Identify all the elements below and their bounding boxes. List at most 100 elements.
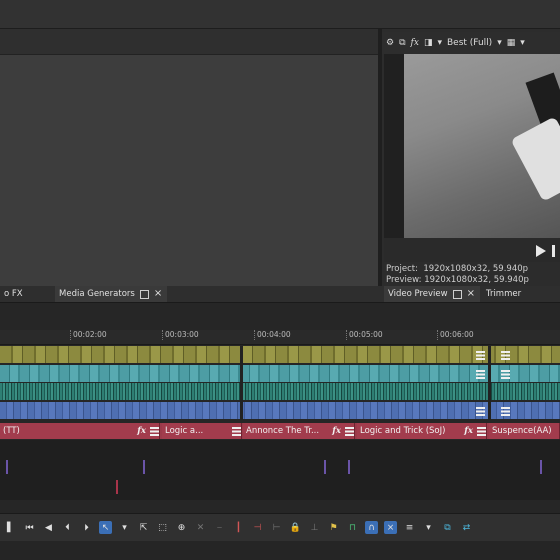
- grouping-icon[interactable]: ⧉: [441, 521, 454, 534]
- close-icon[interactable]: ×: [154, 286, 162, 302]
- clip-menu-icon[interactable]: [232, 426, 241, 436]
- record-icon[interactable]: ▌: [4, 521, 17, 534]
- timeline-ruler[interactable]: 00:02:00 00:03:00 00:04:00 00:05:00 00:0…: [0, 330, 560, 345]
- grid-overlay-icon[interactable]: ▦: [507, 38, 516, 48]
- left-panel-titlebar: [0, 29, 378, 55]
- ruler-tick: 00:04:00: [254, 330, 291, 340]
- region-icon[interactable]: ⊓: [346, 521, 359, 534]
- audio-marker: [324, 460, 326, 474]
- music-clip[interactable]: Suspence(AA): [489, 423, 560, 439]
- tab-media-generators-label: Media Generators: [59, 289, 135, 299]
- ruler-tick: 00:05:00: [346, 330, 383, 340]
- trim-end-icon[interactable]: ⊢: [270, 521, 283, 534]
- tab-video-preview-label: Video Preview: [388, 289, 448, 299]
- clip-menu-icon[interactable]: [476, 370, 485, 379]
- clip-menu-icon[interactable]: [150, 426, 159, 436]
- skip-to-start-icon[interactable]: ⏮: [23, 521, 36, 534]
- clip-menu-icon[interactable]: [501, 351, 510, 360]
- music-clip[interactable]: Annonce The Tr... fx: [243, 423, 355, 439]
- play-icon[interactable]: [536, 245, 546, 257]
- maximize-icon[interactable]: [139, 289, 149, 299]
- music-clip[interactable]: Logic and Trick (SoJ) fx: [357, 423, 487, 439]
- ruler-tick: 00:03:00: [162, 330, 199, 340]
- ruler-tick: 00:06:00: [437, 330, 474, 340]
- timeline-toolbar: ▌ ⏮ ◀ ⏴ ⏵ ↖ ▾ ⇱ ⬚ ⊕ ✕ ⎯ ┃ ⊣ ⊢ 🔒 ⊥ ⚑ ⊓ ∩ …: [0, 513, 560, 541]
- next-marker-icon[interactable]: ⏵: [80, 521, 93, 534]
- audio-marker: [348, 460, 350, 474]
- auto-crossfade-icon[interactable]: ⨯: [384, 521, 397, 534]
- music-clip[interactable]: (TT) fx: [0, 423, 160, 439]
- clip-menu-icon[interactable]: [501, 407, 510, 416]
- fx-icon[interactable]: fx: [137, 423, 146, 439]
- stop-icon[interactable]: [552, 245, 555, 257]
- snap-icon[interactable]: ⊥: [308, 521, 321, 534]
- selection-tool-icon[interactable]: ⬚: [156, 521, 169, 534]
- trim-icon[interactable]: ⎯: [213, 521, 226, 534]
- chevron-down-icon[interactable]: ▾: [118, 521, 131, 534]
- clip-menu-icon[interactable]: [477, 426, 486, 436]
- copy-icon[interactable]: ⧉: [399, 38, 405, 48]
- project-value: 1920x1080x32, 59.940p: [423, 264, 529, 274]
- tab-video-fx-label: o FX: [4, 289, 23, 299]
- ripple-edit-icon[interactable]: ≡: [403, 521, 416, 534]
- tab-trimmer[interactable]: Trimmer: [482, 286, 560, 302]
- music-clip-label: (TT): [3, 426, 20, 436]
- marker-icon[interactable]: ⚑: [327, 521, 340, 534]
- audio-marker: [143, 460, 145, 474]
- audio-marker: [116, 480, 118, 494]
- gear-icon[interactable]: ⚙: [386, 38, 394, 48]
- music-clip-label: Logic and Trick (SoJ): [360, 426, 446, 436]
- music-clip-label: Suspence(AA): [492, 426, 552, 436]
- fx-icon[interactable]: fx: [464, 423, 473, 439]
- chevron-down-icon[interactable]: ▾: [422, 521, 435, 534]
- tab-media-generators[interactable]: Media Generators ×: [55, 286, 167, 302]
- left-panel: [0, 29, 378, 286]
- normal-edit-tool-icon[interactable]: ↖: [99, 521, 112, 534]
- trim-start-icon[interactable]: ⊣: [251, 521, 264, 534]
- envelope-tool-icon[interactable]: ⇱: [137, 521, 150, 534]
- clip-menu-icon[interactable]: [501, 370, 510, 379]
- clip-menu-icon[interactable]: [476, 351, 485, 360]
- preview-label: Preview:: [386, 275, 422, 285]
- snapping-icon[interactable]: ∩: [365, 521, 378, 534]
- audio-marker: [6, 460, 8, 474]
- zoom-tool-icon[interactable]: ⊕: [175, 521, 188, 534]
- music-clip[interactable]: Logic a...: [162, 423, 242, 439]
- ruler-tick: 00:02:00: [70, 330, 107, 340]
- tab-trimmer-label: Trimmer: [486, 289, 522, 299]
- split-icon[interactable]: ┃: [232, 521, 245, 534]
- preview-quality-select[interactable]: Best (Full): [447, 38, 492, 48]
- delete-icon[interactable]: ✕: [194, 521, 207, 534]
- chevron-down-icon[interactable]: ▾: [497, 38, 502, 48]
- clip-menu-icon[interactable]: [476, 407, 485, 416]
- preview-value: 1920x1080x32, 59.940p: [424, 275, 529, 285]
- video-track-3[interactable]: [0, 383, 560, 400]
- dock-tabs-row: o FX Media Generators × Video Preview × …: [0, 286, 560, 303]
- clip-gap: [240, 346, 243, 420]
- ignore-grouping-icon[interactable]: ⇄: [460, 521, 473, 534]
- tab-video-fx[interactable]: o FX: [0, 286, 55, 302]
- music-clip-label: Annonce The Tr...: [246, 426, 320, 436]
- close-icon[interactable]: ×: [467, 286, 475, 302]
- project-label: Project:: [386, 264, 418, 274]
- audio-marker: [540, 460, 542, 474]
- preview-info: Project: 1920x1080x32, 59.940p Preview: …: [386, 264, 560, 288]
- preview-toolbar: ⚙ ⧉ fx ◨ ▾ Best (Full) ▾ ▦ ▾: [382, 32, 560, 54]
- video-preview-frame[interactable]: [384, 54, 560, 238]
- fx-icon[interactable]: fx: [332, 423, 341, 439]
- music-clip-label: Logic a...: [165, 426, 204, 436]
- chevron-down-icon[interactable]: ▾: [520, 38, 525, 48]
- previous-frame-icon[interactable]: ◀: [42, 521, 55, 534]
- maximize-icon[interactable]: [452, 289, 462, 299]
- audio-lanes[interactable]: [0, 440, 560, 500]
- fx-icon[interactable]: fx: [411, 38, 419, 48]
- top-menu-bar: [0, 0, 560, 29]
- left-panel-content[interactable]: [0, 55, 378, 286]
- previous-marker-icon[interactable]: ⏴: [61, 521, 74, 534]
- tab-video-preview[interactable]: Video Preview ×: [384, 286, 480, 302]
- split-screen-icon[interactable]: ◨: [424, 38, 433, 48]
- lock-icon[interactable]: 🔒: [289, 521, 302, 534]
- clip-menu-icon[interactable]: [345, 426, 354, 436]
- panel-splitter[interactable]: [378, 29, 382, 302]
- chevron-down-icon[interactable]: ▾: [437, 38, 442, 48]
